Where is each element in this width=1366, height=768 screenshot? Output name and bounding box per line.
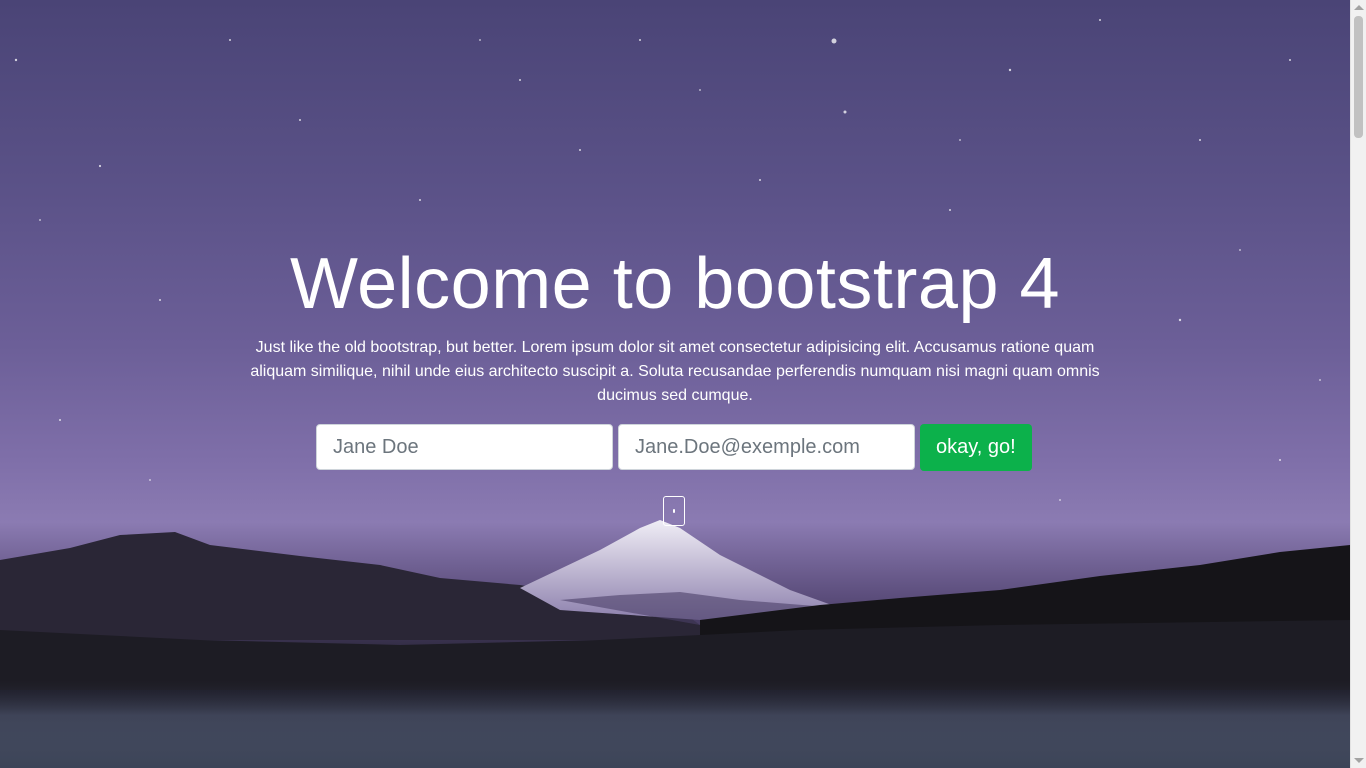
scroll-down-arrow-icon[interactable] bbox=[1354, 758, 1364, 763]
scrollbar-thumb[interactable] bbox=[1354, 16, 1363, 138]
hero-lead-text: Just like the old bootstrap, but better.… bbox=[250, 339, 1100, 404]
email-input[interactable]: Jane.Doe@exemple.com bbox=[618, 424, 915, 470]
hero-section: Welcome to bootstrap 4 Just like the old… bbox=[0, 0, 1350, 768]
page-scrollbar[interactable] bbox=[1350, 0, 1366, 768]
page-title: Welcome to bootstrap 4 bbox=[289, 244, 1061, 324]
scroll-wheel-dot bbox=[673, 509, 675, 513]
signup-form: Jane Doe Jane.Doe@exemple.com okay, go! bbox=[316, 424, 1032, 471]
name-input[interactable]: Jane Doe bbox=[316, 424, 613, 470]
mouse-scroll-icon[interactable] bbox=[663, 496, 685, 526]
scroll-up-arrow-icon[interactable] bbox=[1354, 5, 1364, 10]
email-input-placeholder: Jane.Doe@exemple.com bbox=[635, 435, 860, 458]
name-input-placeholder: Jane Doe bbox=[333, 435, 419, 458]
submit-button[interactable]: okay, go! bbox=[920, 424, 1032, 471]
